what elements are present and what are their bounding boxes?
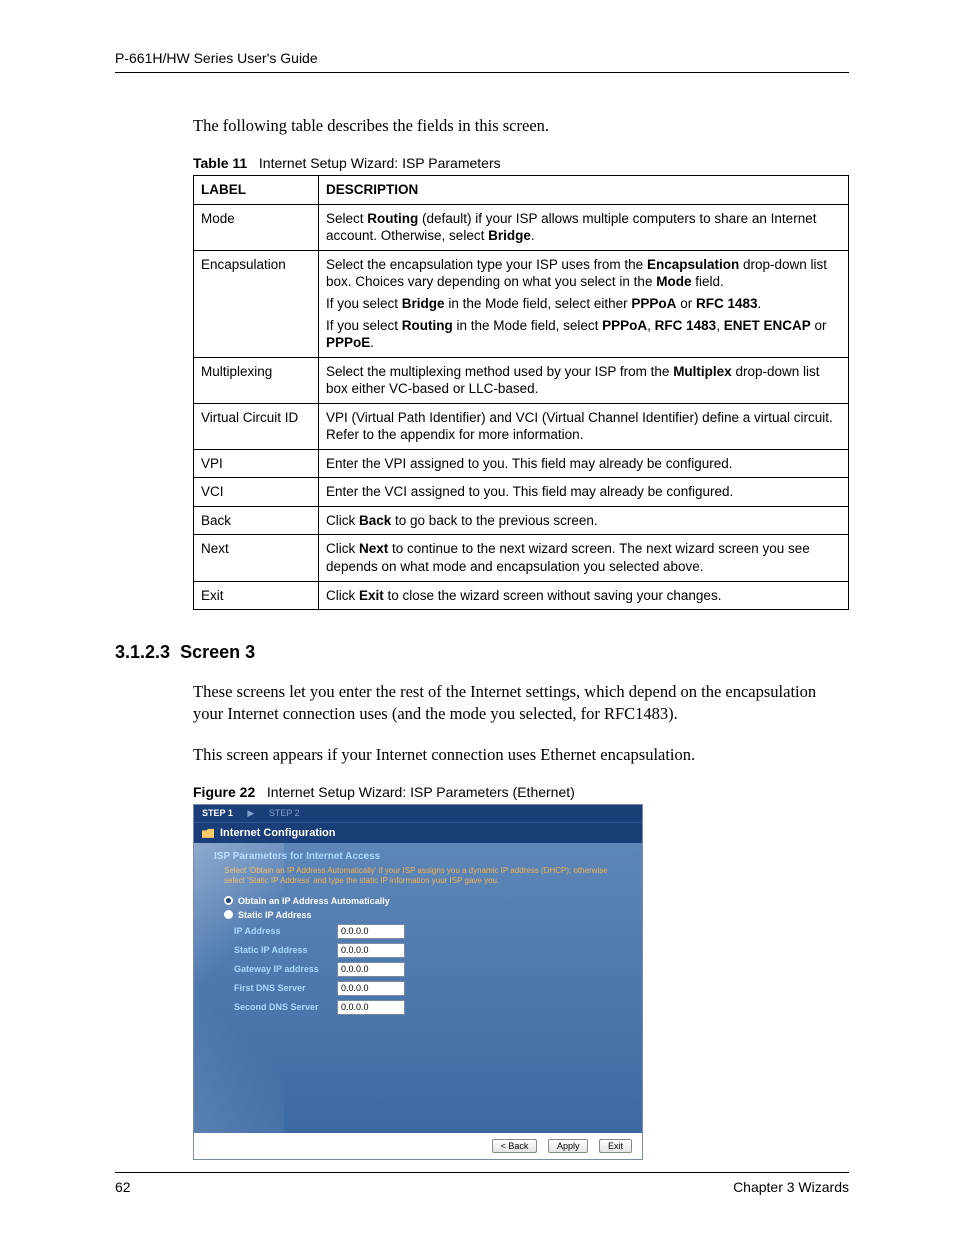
page-number: 62: [115, 1179, 131, 1195]
apply-button[interactable]: Apply: [548, 1139, 589, 1153]
table-row: BackClick Back to go back to the previou…: [194, 506, 849, 535]
table-header-description: DESCRIPTION: [319, 176, 849, 205]
figure-caption: Figure 22 Internet Setup Wizard: ISP Par…: [193, 784, 849, 800]
table-cell-description: Select the encapsulation type your ISP u…: [319, 250, 849, 357]
wizard-button-bar: < Back Apply Exit: [194, 1133, 642, 1159]
table-cell-description: Select the multiplexing method used by y…: [319, 357, 849, 403]
section-number: 3.1.2.3: [115, 642, 170, 662]
wizard-background-graphic: [194, 843, 284, 1133]
wizard-field-input[interactable]: 0.0.0.0: [337, 924, 405, 939]
table-cell-label: Encapsulation: [194, 250, 319, 357]
table-cell-label: VPI: [194, 449, 319, 478]
wizard-body: ISP Parameters for Internet Access Selec…: [194, 843, 642, 1133]
table-header-label: LABEL: [194, 176, 319, 205]
table-row: ModeSelect Routing (default) if your ISP…: [194, 204, 849, 250]
intro-paragraph: The following table describes the fields…: [193, 115, 849, 137]
section-heading: 3.1.2.3 Screen 3: [115, 642, 849, 663]
folder-icon: [202, 828, 214, 838]
table-row: VPIEnter the VPI assigned to you. This f…: [194, 449, 849, 478]
section-title: Screen 3: [180, 642, 255, 662]
table-row: NextClick Next to continue to the next w…: [194, 535, 849, 581]
page-footer: 62 Chapter 3 Wizards: [115, 1172, 849, 1195]
table-row: EncapsulationSelect the encapsulation ty…: [194, 250, 849, 357]
table-caption-label: Table 11: [193, 155, 247, 171]
table-cell-description: Enter the VPI assigned to you. This fiel…: [319, 449, 849, 478]
wizard-field-input[interactable]: 0.0.0.0: [337, 962, 405, 977]
table-row: MultiplexingSelect the multiplexing meth…: [194, 357, 849, 403]
figure-caption-label: Figure 22: [193, 784, 255, 800]
table-cell-description: Click Back to go back to the previous sc…: [319, 506, 849, 535]
table-cell-label: Back: [194, 506, 319, 535]
running-header: P-661H/HW Series User's Guide: [115, 50, 849, 73]
table-row: ExitClick Exit to close the wizard scree…: [194, 581, 849, 610]
exit-button[interactable]: Exit: [599, 1139, 632, 1153]
table-cell-label: Multiplexing: [194, 357, 319, 403]
wizard-step-active: STEP 1: [202, 808, 233, 818]
section-paragraph-1: These screens let you enter the rest of …: [193, 681, 849, 726]
wizard-field-input[interactable]: 0.0.0.0: [337, 1000, 405, 1015]
table-cell-label: Exit: [194, 581, 319, 610]
table-row: VCIEnter the VCI assigned to you. This f…: [194, 478, 849, 507]
table-cell-description: Enter the VCI assigned to you. This fiel…: [319, 478, 849, 507]
table-row: Virtual Circuit IDVPI (Virtual Path Iden…: [194, 403, 849, 449]
table-cell-description: Click Exit to close the wizard screen wi…: [319, 581, 849, 610]
wizard-title-bar: Internet Configuration: [194, 822, 642, 843]
chapter-label: Chapter 3 Wizards: [733, 1179, 849, 1195]
wizard-step-inactive: STEP 2: [269, 808, 300, 818]
wizard-step-bar: STEP 1 ▶ STEP 2: [194, 805, 642, 822]
table-cell-description: Click Next to continue to the next wizar…: [319, 535, 849, 581]
table-cell-label: Virtual Circuit ID: [194, 403, 319, 449]
table-cell-label: VCI: [194, 478, 319, 507]
table-caption-title: Internet Setup Wizard: ISP Parameters: [259, 155, 501, 171]
wizard-field-input[interactable]: 0.0.0.0: [337, 943, 405, 958]
section-paragraph-2: This screen appears if your Internet con…: [193, 744, 849, 766]
isp-parameters-table: LABEL DESCRIPTION ModeSelect Routing (de…: [193, 175, 849, 610]
wizard-screenshot: STEP 1 ▶ STEP 2 Internet Configuration I…: [193, 804, 643, 1160]
table-cell-description: Select Routing (default) if your ISP all…: [319, 204, 849, 250]
wizard-title: Internet Configuration: [220, 827, 336, 839]
table-caption: Table 11 Internet Setup Wizard: ISP Para…: [193, 155, 849, 171]
table-cell-description: VPI (Virtual Path Identifier) and VCI (V…: [319, 403, 849, 449]
back-button[interactable]: < Back: [492, 1139, 538, 1153]
figure-caption-title: Internet Setup Wizard: ISP Parameters (E…: [267, 784, 575, 800]
table-cell-label: Next: [194, 535, 319, 581]
wizard-field-input[interactable]: 0.0.0.0: [337, 981, 405, 996]
table-cell-label: Mode: [194, 204, 319, 250]
triangle-right-icon: ▶: [247, 808, 254, 818]
